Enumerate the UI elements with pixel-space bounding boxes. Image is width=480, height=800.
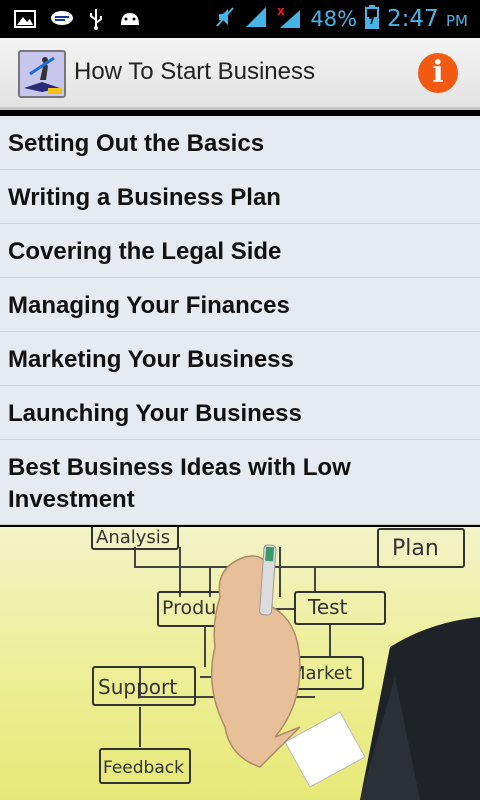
box-feedback: Feedback [103, 758, 184, 778]
list-item-business-plan[interactable]: Writing a Business Plan [0, 170, 480, 224]
info-button[interactable]: i [418, 53, 458, 93]
clock: 2:47 PM [387, 6, 468, 32]
battery-percent: 48% [310, 7, 358, 31]
clock-time: 2:47 [387, 6, 439, 32]
list-item-finances[interactable]: Managing Your Finances [0, 278, 480, 332]
topic-list: Setting Out the Basics Writing a Busines… [0, 116, 480, 525]
status-bar: x 48% 2:47 PM [0, 0, 480, 38]
list-item-marketing[interactable]: Marketing Your Business [0, 332, 480, 386]
box-plan: Plan [392, 536, 439, 561]
svg-text:x: x [277, 4, 285, 18]
mute-icon [214, 6, 236, 32]
background-illustration: Analysis Plan Product Test Market Suppor… [0, 527, 480, 800]
info-icon: i [432, 55, 444, 90]
chat-icon [50, 9, 74, 33]
list-item-legal[interactable]: Covering the Legal Side [0, 224, 480, 278]
action-bar: How To Start Business i [0, 38, 480, 110]
signal-x-icon: x [276, 4, 302, 34]
list-item-launching[interactable]: Launching Your Business [0, 386, 480, 440]
box-support: Support [98, 675, 177, 699]
signal-icon [244, 5, 268, 33]
android-icon [118, 9, 142, 33]
app-logo-icon[interactable] [18, 50, 66, 98]
box-test: Test [307, 595, 348, 619]
app-title: How To Start Business [74, 58, 315, 85]
box-analysis: Analysis [96, 527, 170, 548]
list-item-ideas[interactable]: Best Business Ideas with Low Investment [0, 440, 480, 525]
usb-icon [88, 8, 104, 34]
picture-icon [14, 9, 36, 33]
battery-icon [365, 5, 380, 33]
clock-ampm: PM [446, 12, 468, 30]
list-item-basics[interactable]: Setting Out the Basics [0, 116, 480, 170]
